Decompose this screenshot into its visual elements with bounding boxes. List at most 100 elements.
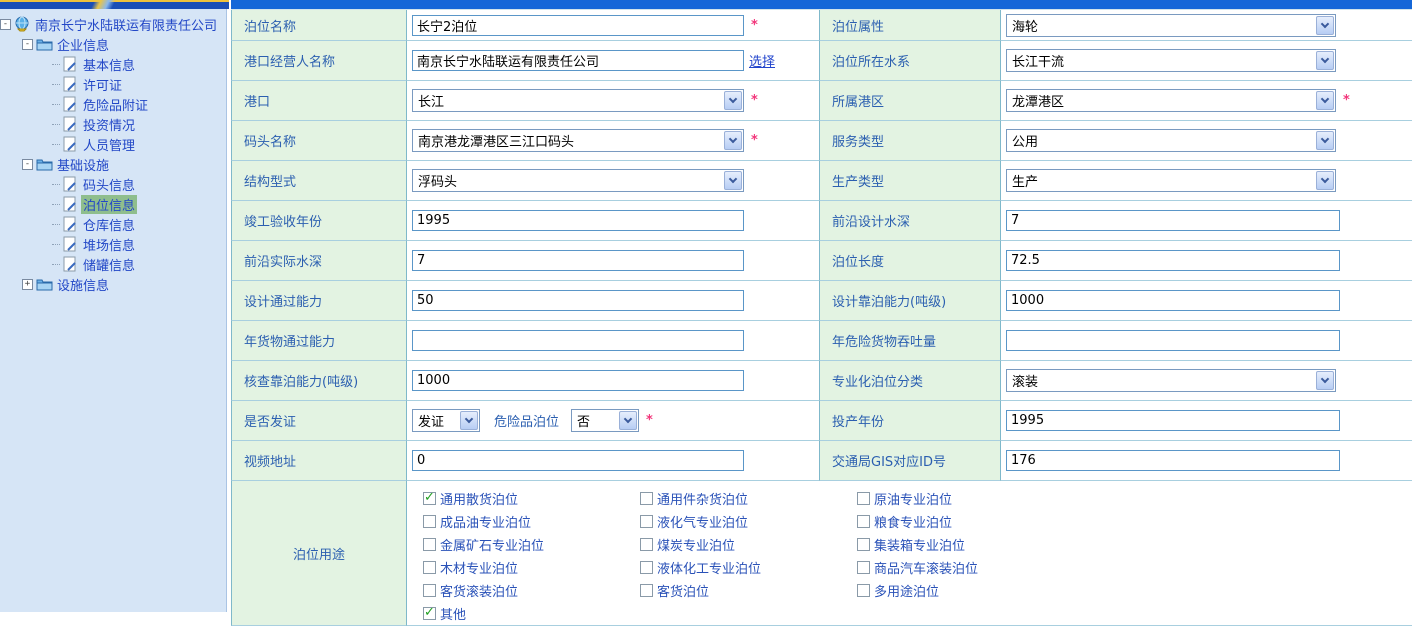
- document-icon: [62, 96, 79, 112]
- field-label-completion-year: 竣工验收年份: [231, 201, 407, 241]
- port-operator-input[interactable]: [412, 50, 744, 71]
- usage-column-2: 通用件杂货泊位 液化气专业泊位 煤炭专业泊位 液体化工专业泊位 客货泊位: [640, 487, 857, 602]
- collapse-expander-icon[interactable]: -: [22, 159, 33, 170]
- field-design-throughput: [407, 281, 819, 321]
- collapse-expander-icon[interactable]: -: [22, 39, 33, 50]
- checkbox-multipurpose-berth: 多用途泊位: [857, 579, 1074, 602]
- port-area-select[interactable]: 龙潭港区: [1006, 89, 1336, 112]
- choose-operator-link[interactable]: 选择: [749, 51, 775, 70]
- checkbox[interactable]: [857, 584, 870, 597]
- tree-node-personnel[interactable]: 人员管理: [0, 134, 226, 154]
- checkbox-label: 客货泊位: [657, 581, 709, 600]
- field-label-video-address: 视频地址: [231, 441, 407, 481]
- berth-attribute-select[interactable]: 海轮: [1006, 14, 1336, 37]
- field-design-front-depth: [1001, 201, 1412, 241]
- checkbox[interactable]: [423, 538, 436, 551]
- field-label-berth-attribute: 泊位属性: [819, 10, 1001, 41]
- field-berth-name: *: [407, 10, 819, 41]
- checkbox-label: 煤炭专业泊位: [657, 535, 735, 554]
- collapse-expander-icon[interactable]: -: [0, 19, 11, 30]
- checkbox[interactable]: ✓: [423, 492, 436, 505]
- document-icon: [62, 136, 79, 152]
- license-issued-select[interactable]: 发证: [412, 409, 480, 432]
- tree-node-facility-info[interactable]: + 设施信息: [0, 274, 226, 294]
- checkbox-label: 通用件杂货泊位: [657, 489, 748, 508]
- specialized-berth-class-select[interactable]: 滚装: [1006, 369, 1336, 392]
- checkbox[interactable]: [857, 538, 870, 551]
- berth-length-input[interactable]: [1006, 250, 1340, 271]
- port-select[interactable]: 长江: [412, 89, 744, 112]
- production-type-select[interactable]: 生产: [1006, 169, 1336, 192]
- berth-name-input[interactable]: [412, 15, 744, 36]
- dropdown-arrow-icon: [1316, 371, 1334, 390]
- tree-node-storage-tank-info[interactable]: 储罐信息: [0, 254, 226, 274]
- checkbox[interactable]: [857, 492, 870, 505]
- field-label-port-operator: 港口经营人名称: [231, 41, 407, 81]
- checkbox-label: 客货滚装泊位: [440, 581, 518, 600]
- dropdown-arrow-icon: [1316, 16, 1334, 35]
- checkbox[interactable]: [640, 515, 653, 528]
- checkbox[interactable]: ✓: [423, 607, 436, 620]
- banner-right-segment: [231, 0, 1412, 9]
- checkbox-label: 集装箱专业泊位: [874, 535, 965, 554]
- field-gis-id: [1001, 441, 1412, 481]
- tree-node-investment[interactable]: 投资情况: [0, 114, 226, 134]
- checkbox[interactable]: [640, 584, 653, 597]
- tree-node-dangerous-goods-annex[interactable]: 危险品附证: [0, 94, 226, 114]
- checkbox-coal-berth: 煤炭专业泊位: [640, 533, 857, 556]
- tree-node-label: 堆场信息: [81, 235, 137, 254]
- checkbox-container-berth: 集装箱专业泊位: [857, 533, 1074, 556]
- checkbox[interactable]: [640, 561, 653, 574]
- field-label-port: 港口: [231, 81, 407, 121]
- checkbox[interactable]: [640, 538, 653, 551]
- field-label-verified-berthing-capacity: 核查靠泊能力(吨级): [231, 361, 407, 401]
- tree-node-wharf-info[interactable]: 码头信息: [0, 174, 226, 194]
- checkmark-icon: ✓: [424, 490, 435, 505]
- gis-id-input[interactable]: [1006, 450, 1340, 471]
- annual-dangerous-cargo-input[interactable]: [1006, 330, 1340, 351]
- checkbox[interactable]: [640, 492, 653, 505]
- checkbox-liquid-chemical-berth: 液体化工专业泊位: [640, 556, 857, 579]
- checkbox[interactable]: [423, 515, 436, 528]
- tree-node-license[interactable]: 许可证: [0, 74, 226, 94]
- design-berthing-capacity-input[interactable]: [1006, 290, 1340, 311]
- annual-cargo-throughput-input[interactable]: [412, 330, 744, 351]
- structure-type-select[interactable]: 浮码头: [412, 169, 744, 192]
- select-value: 浮码头: [413, 171, 743, 190]
- tree-node-basic-info[interactable]: 基本信息: [0, 54, 226, 74]
- checkbox[interactable]: [857, 515, 870, 528]
- water-system-select[interactable]: 长江干流: [1006, 49, 1336, 72]
- dangerous-berth-select[interactable]: 否: [571, 409, 639, 432]
- design-throughput-input[interactable]: [412, 290, 744, 311]
- dropdown-arrow-icon: [1316, 171, 1334, 190]
- verified-berthing-capacity-input[interactable]: [412, 370, 744, 391]
- field-label-annual-cargo-throughput: 年货物通过能力: [231, 321, 407, 361]
- expand-expander-icon[interactable]: +: [22, 279, 33, 290]
- video-address-input[interactable]: [412, 450, 744, 471]
- checkbox-crude-oil-berth: 原油专业泊位: [857, 487, 1074, 510]
- folder-icon: [36, 36, 53, 52]
- actual-front-depth-input[interactable]: [412, 250, 744, 271]
- document-icon: [62, 256, 79, 272]
- tree-connector: [52, 204, 60, 205]
- service-type-select[interactable]: 公用: [1006, 129, 1336, 152]
- production-year-input[interactable]: [1006, 410, 1340, 431]
- tree-connector: [52, 124, 60, 125]
- checkbox[interactable]: [423, 584, 436, 597]
- checkbox[interactable]: [423, 561, 436, 574]
- checkbox[interactable]: [857, 561, 870, 574]
- checkbox-passenger-cargo-berth: 客货泊位: [640, 579, 857, 602]
- field-label-wharf-name: 码头名称: [231, 121, 407, 161]
- design-front-depth-input[interactable]: [1006, 210, 1340, 231]
- tree-node-warehouse-info[interactable]: 仓库信息: [0, 214, 226, 234]
- document-icon: [62, 216, 79, 232]
- required-asterisk: *: [751, 18, 758, 33]
- tree-node-infrastructure[interactable]: - 基础设施: [0, 154, 226, 174]
- tree-node-enterprise-info[interactable]: - 企业信息: [0, 34, 226, 54]
- dropdown-arrow-icon: [724, 171, 742, 190]
- tree-node-yard-info[interactable]: 堆场信息: [0, 234, 226, 254]
- tree-node-company-root[interactable]: - 南京长宁水陆联运有限责任公司: [0, 14, 226, 34]
- tree-node-berth-info-selected[interactable]: 泊位信息: [0, 194, 226, 214]
- wharf-name-select[interactable]: 南京港龙潭港区三江口码头: [412, 129, 744, 152]
- completion-year-input[interactable]: [412, 210, 744, 231]
